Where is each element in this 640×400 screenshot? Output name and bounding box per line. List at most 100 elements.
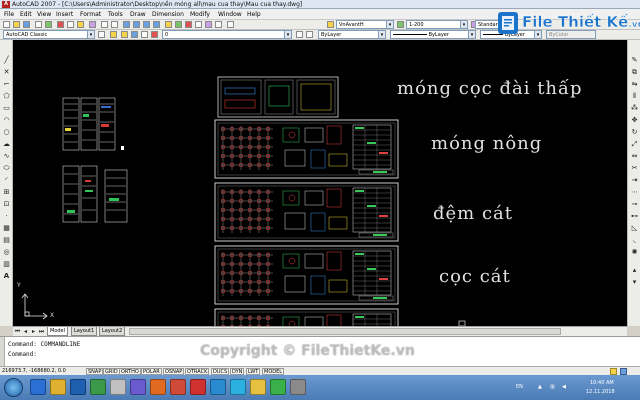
taskbar-app-explorer-icon[interactable] (50, 379, 66, 395)
chevron-down-icon[interactable]: ▾ (284, 31, 291, 38)
paste-icon[interactable] (77, 21, 84, 28)
linetype-control-select[interactable]: ByLayer ▾ (390, 30, 476, 39)
tab-model[interactable]: Model (47, 327, 69, 336)
insert-block-icon[interactable]: ⊞ (2, 188, 11, 196)
make-current-icon[interactable] (296, 31, 303, 38)
chevron-down-icon[interactable]: ▾ (378, 31, 385, 38)
text-style-select[interactable]: VnAvantH ▾ (336, 20, 394, 29)
horizontal-scrollbar[interactable] (129, 328, 561, 335)
command-window-grip[interactable] (0, 337, 5, 367)
point-icon[interactable]: · (2, 212, 11, 220)
make-block-icon[interactable]: ⊡ (2, 200, 11, 208)
scale-icon[interactable]: ⤢ (630, 140, 639, 148)
break-at-point-icon[interactable]: ⋯ (630, 188, 639, 196)
pan-icon[interactable] (123, 21, 130, 28)
menu-modify[interactable]: Modify (190, 11, 210, 18)
menu-view[interactable]: View (37, 11, 51, 18)
tray-settings-icon[interactable] (620, 368, 627, 375)
layer-select[interactable]: 0 ▾ (162, 30, 292, 39)
erase-icon[interactable]: ✎ (630, 56, 639, 64)
preview-icon[interactable] (45, 21, 52, 28)
table-icon[interactable]: ▥ (2, 260, 11, 268)
grid-toggle[interactable]: GRID (103, 368, 120, 375)
region-icon[interactable]: ◎ (2, 248, 11, 256)
taskbar-app-green-icon[interactable] (270, 379, 286, 395)
layer-manager-icon[interactable] (110, 31, 117, 38)
taskbar-app-media-icon[interactable] (170, 379, 186, 395)
polyline-icon[interactable]: ⌐ (2, 80, 11, 88)
taskbar-app-firefox-icon[interactable] (150, 379, 166, 395)
new-icon[interactable] (3, 21, 10, 28)
gradient-icon[interactable]: ▤ (2, 236, 11, 244)
copy-icon[interactable] (67, 21, 74, 28)
zoom-window-icon[interactable] (143, 21, 150, 28)
quickcalc-icon[interactable] (215, 21, 222, 28)
taskbar-app-sketch-icon[interactable] (110, 379, 126, 395)
autocad-app-icon[interactable]: A (2, 1, 10, 8)
text-style-icon[interactable] (327, 21, 334, 28)
cut-icon[interactable] (57, 21, 64, 28)
taskbar-app-ie-icon[interactable] (30, 379, 46, 395)
chevron-down-icon[interactable]: ▾ (386, 21, 393, 28)
chevron-down-icon[interactable]: ▾ (468, 31, 475, 38)
match-properties-icon[interactable] (89, 21, 96, 28)
zoom-previous-icon[interactable] (153, 21, 160, 28)
arc-icon[interactable]: ◠ (2, 116, 11, 124)
multiline-text-icon[interactable]: A (2, 272, 11, 280)
menu-insert[interactable]: Insert (56, 11, 73, 18)
taskbar-app-calendar-icon[interactable] (70, 379, 86, 395)
rotate-icon[interactable]: ↻ (630, 128, 639, 136)
menu-window[interactable]: Window (218, 11, 242, 18)
fillet-icon[interactable]: ◟ (630, 236, 639, 244)
save-icon[interactable] (23, 21, 30, 28)
trim-icon[interactable]: ✂ (630, 164, 639, 172)
polar-toggle[interactable]: POLAR (141, 368, 162, 375)
communication-center-icon[interactable] (610, 368, 617, 375)
design-center-icon[interactable] (175, 21, 182, 28)
ducs-toggle[interactable]: DUCS (211, 368, 230, 375)
menu-help[interactable]: Help (247, 11, 261, 18)
taskbar-app-excel-icon[interactable] (90, 379, 106, 395)
taskbar-app-skype-icon[interactable] (230, 379, 246, 395)
tray-up-arrow-icon[interactable]: ▲ (538, 384, 542, 390)
tab-layout1[interactable]: Layout1 (71, 327, 98, 336)
move-icon[interactable]: ✥ (630, 116, 639, 124)
extend-icon[interactable]: ⇥ (630, 176, 639, 184)
otrack-toggle[interactable]: OTRACK (185, 368, 210, 375)
network-icon[interactable]: ▥ (550, 384, 555, 390)
properties-icon[interactable] (165, 21, 172, 28)
undo-icon[interactable] (101, 21, 108, 28)
menu-edit[interactable]: Edit (20, 11, 32, 18)
menu-tools[interactable]: Tools (108, 11, 123, 18)
zoom-realtime-icon[interactable] (133, 21, 140, 28)
menu-format[interactable]: Format (80, 11, 101, 18)
explode-icon[interactable]: ✺ (630, 248, 639, 256)
last-tab-icon[interactable]: ⏭ (38, 328, 45, 335)
stretch-icon[interactable]: ⇔ (630, 152, 639, 160)
tab-layout2[interactable]: Layout2 (99, 327, 126, 336)
chevron-down-icon[interactable]: ▾ (87, 31, 94, 38)
color-control-select[interactable]: ByLayer ▾ (318, 30, 386, 39)
start-button-icon[interactable] (4, 378, 23, 397)
help-icon[interactable] (227, 21, 234, 28)
language-indicator[interactable]: EN (516, 384, 523, 390)
redo-icon[interactable] (111, 21, 118, 28)
taskbar-app-chrome-icon[interactable] (250, 379, 266, 395)
snap-toggle[interactable]: SNAP (86, 368, 104, 375)
taskbar-app-gray-icon[interactable] (290, 379, 306, 395)
previous-tab-icon[interactable]: ◂ (22, 328, 29, 335)
chevron-down-icon[interactable]: ▾ (460, 21, 467, 28)
model-space-canvas[interactable]: móng cọc đài thấp móng nông đệm cát cọc … (13, 40, 627, 326)
dyn-toggle[interactable]: DYN (230, 368, 245, 375)
open-icon[interactable] (13, 21, 20, 28)
dim-style-icon[interactable] (397, 21, 404, 28)
scroll-up-icon[interactable]: ▴ (630, 266, 639, 274)
workspace-settings-icon[interactable] (98, 31, 105, 38)
join-icon[interactable]: ⊷ (630, 212, 639, 220)
markup-icon[interactable] (205, 21, 212, 28)
copy-object-icon[interactable]: ⧉ (630, 68, 639, 76)
volume-icon[interactable]: ◀ (562, 384, 566, 390)
menu-dimension[interactable]: Dimension (152, 11, 184, 18)
rectangle-icon[interactable]: ▭ (2, 104, 11, 112)
offset-icon[interactable]: ⫴ (630, 92, 639, 100)
